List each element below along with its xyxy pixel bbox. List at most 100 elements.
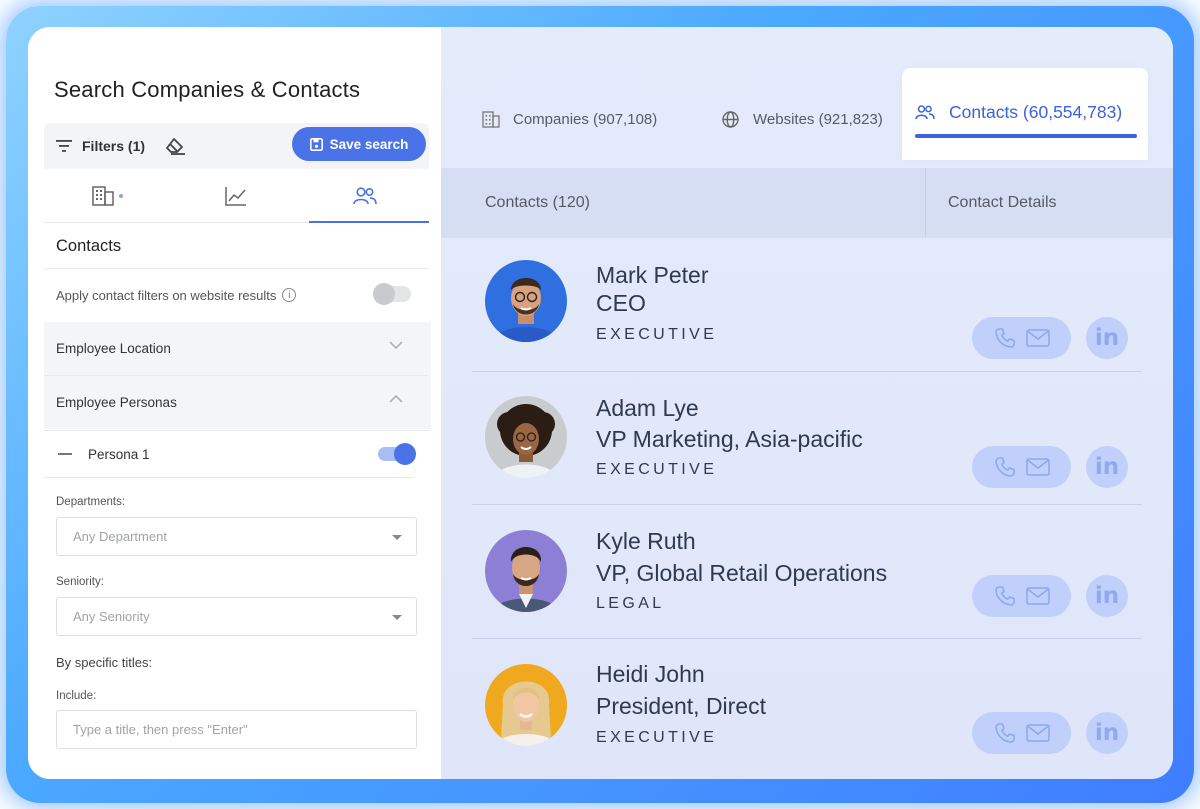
save-search-button[interactable]: Save search (292, 127, 426, 161)
app-window: Search Companies & Contacts Filters (1) (28, 27, 1173, 779)
phone-icon[interactable] (994, 456, 1016, 478)
column-header-contact-details[interactable]: Contact Details (926, 168, 1173, 238)
phone-icon[interactable] (994, 722, 1016, 744)
employee-personas-accordion[interactable]: Employee Personas (44, 376, 431, 429)
tab-websites-label: Websites (921,823) (753, 111, 883, 128)
departments-label: Departments: (56, 496, 126, 508)
include-label: Include: (56, 690, 97, 702)
chevron-up-icon (389, 395, 403, 403)
contact-row[interactable]: Mark Peter CEO EXECUTIVE in (472, 238, 1142, 371)
employee-location-label: Employee Location (56, 341, 171, 356)
line-chart-icon (225, 186, 247, 206)
contact-seniority: EXECUTIVE (596, 729, 718, 746)
contact-title: VP, Global Retail Operations (596, 560, 888, 586)
employee-location-accordion[interactable]: Employee Location (44, 322, 431, 375)
linkedin-button[interactable]: in (1086, 317, 1128, 359)
seniority-select[interactable]: Any Seniority (56, 597, 417, 636)
column-header-contacts[interactable]: Contacts (120) (441, 168, 926, 238)
persona-label: Persona 1 (88, 446, 150, 462)
persona-toggle[interactable] (378, 443, 416, 465)
mail-icon[interactable] (1025, 458, 1050, 476)
tab-growth-filters[interactable] (172, 169, 300, 222)
phone-icon[interactable] (994, 585, 1016, 607)
department-select[interactable]: Any Department (56, 517, 417, 556)
contact-actions (972, 575, 1071, 617)
floppy-disk-icon (309, 137, 323, 151)
contact-row[interactable]: Adam Lye VP Marketing, Asia-pacific EXEC… (472, 372, 1142, 505)
building-icon (482, 111, 500, 128)
chevron-down-icon (389, 341, 403, 349)
avatar (485, 664, 567, 746)
info-icon[interactable]: i (282, 288, 297, 302)
contact-actions (972, 712, 1071, 754)
contact-title: VP Marketing, Asia-pacific (596, 426, 863, 452)
panel-title: Search Companies & Contacts (54, 77, 361, 102)
clear-filters-button[interactable] (165, 136, 187, 156)
mail-icon[interactable] (1025, 724, 1050, 742)
people-icon (915, 105, 935, 120)
toggle-knob (394, 443, 416, 465)
avatar (485, 396, 567, 478)
linkedin-button[interactable]: in (1086, 575, 1128, 617)
contact-row[interactable]: Heidi John President, Direct EXECUTIVE i… (472, 639, 1142, 772)
seniority-label: Seniority: (56, 576, 104, 588)
collapse-dash-icon[interactable] (58, 453, 72, 455)
avatar (485, 260, 567, 342)
include-title-input[interactable] (56, 710, 417, 749)
phone-icon[interactable] (994, 327, 1016, 349)
caret-down-icon (392, 535, 402, 540)
caret-down-icon (392, 615, 402, 620)
people-icon (353, 186, 377, 204)
contact-row[interactable]: Kyle Ruth VP, Global Retail Operations L… (472, 505, 1142, 638)
apply-filters-toggle[interactable] (373, 283, 411, 305)
search-panel: Search Companies & Contacts Filters (1) (28, 27, 441, 779)
filters-button[interactable]: Filters (1) (56, 138, 145, 154)
contact-seniority: EXECUTIVE (596, 326, 718, 343)
mail-icon[interactable] (1025, 329, 1050, 347)
contact-name: Mark Peter (596, 262, 709, 288)
building-icon (92, 185, 124, 206)
apply-filters-label: Apply contact filters on website results (56, 287, 277, 303)
tab-companies-label: Companies (907,108) (513, 111, 658, 128)
contact-actions (972, 446, 1071, 488)
table-header: Contacts (120) Contact Details (441, 168, 1173, 238)
contact-actions (972, 317, 1071, 359)
tab-contacts[interactable]: Contacts (60,554,783) (902, 68, 1148, 160)
linkedin-button[interactable]: in (1086, 446, 1128, 488)
globe-icon (722, 111, 739, 128)
specific-titles-heading: By specific titles: (56, 655, 153, 670)
persona-row: Persona 1 (44, 431, 416, 477)
eraser-icon (166, 138, 186, 155)
filters-label: Filters (1) (82, 138, 146, 154)
active-tab-underline (915, 134, 1137, 138)
divider (44, 268, 429, 269)
result-tabs: Companies (907,108) Websites (921,823) C… (441, 27, 1173, 168)
contact-seniority: LEGAL (596, 595, 665, 612)
apply-filters-row: Apply contact filters on website results… (56, 283, 411, 305)
tab-contacts-content: Contacts (60,554,783) (915, 102, 1122, 123)
contact-title: CEO (596, 290, 646, 316)
save-search-label: Save search (329, 136, 409, 152)
contact-name: Adam Lye (596, 395, 699, 421)
contact-name: Heidi John (596, 661, 705, 687)
filter-category-tabs (44, 169, 430, 223)
tab-companies[interactable]: Companies (907,108) (482, 111, 657, 128)
linkedin-button[interactable]: in (1086, 712, 1128, 754)
toggle-knob (373, 283, 395, 305)
divider (44, 477, 414, 478)
contacts-section-title: Contacts (56, 237, 122, 255)
tab-company-filters[interactable] (44, 169, 172, 222)
employee-personas-label: Employee Personas (56, 395, 177, 410)
department-value: Any Department (73, 529, 167, 544)
filter-lines-icon (56, 140, 72, 152)
tab-contact-filters[interactable] (301, 169, 430, 223)
contact-title: President, Direct (596, 693, 767, 719)
seniority-value: Any Seniority (73, 609, 150, 624)
tab-contacts-label: Contacts (60,554,783) (949, 102, 1123, 122)
mail-icon[interactable] (1025, 587, 1050, 605)
tab-websites[interactable]: Websites (921,823) (722, 111, 883, 128)
avatar (485, 530, 567, 612)
results-panel: Companies (907,108) Websites (921,823) C… (441, 27, 1173, 779)
contact-name: Kyle Ruth (596, 528, 696, 554)
contact-seniority: EXECUTIVE (596, 461, 718, 478)
